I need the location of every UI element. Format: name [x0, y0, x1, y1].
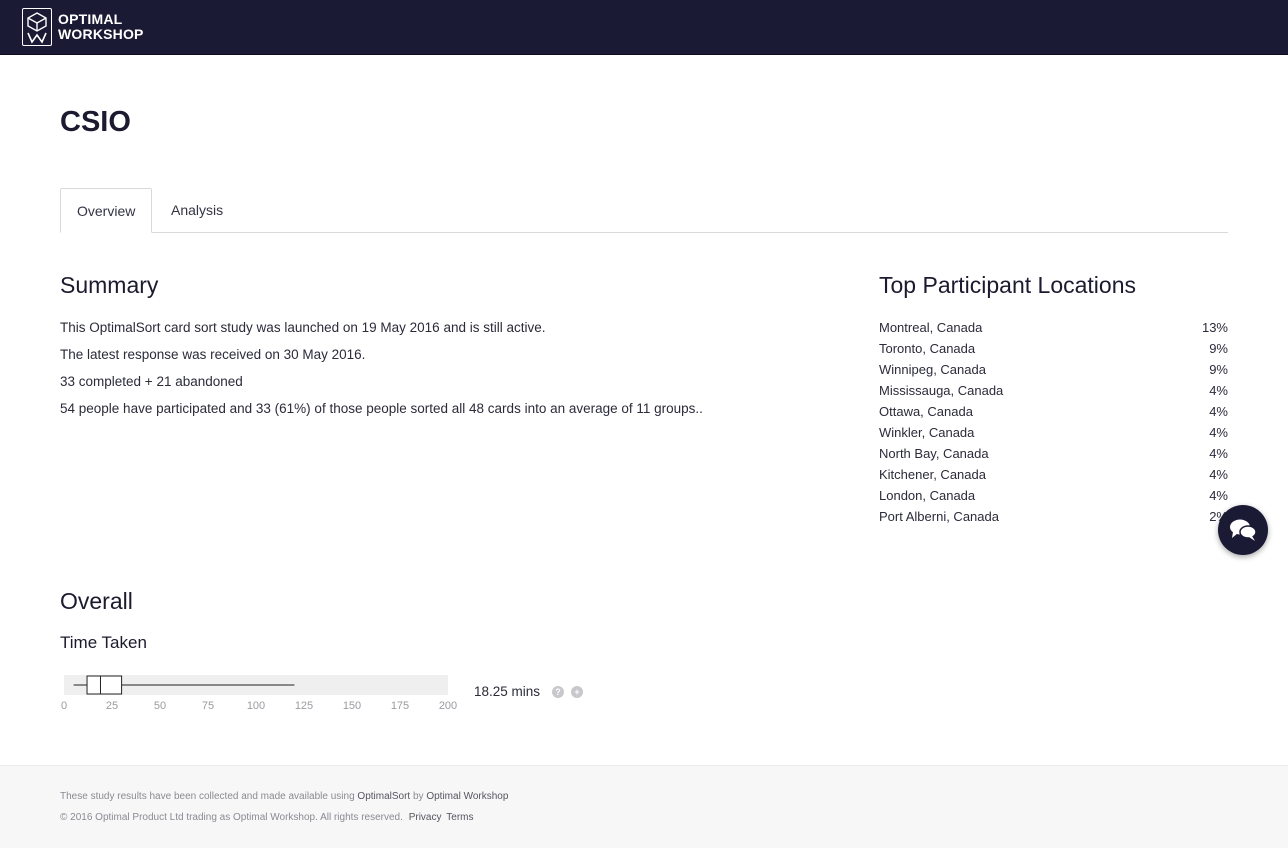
- footer-optimalsort-link[interactable]: OptimalSort: [357, 791, 410, 802]
- footer-attribution-mid: by: [410, 791, 427, 802]
- plus-circle-icon[interactable]: +: [571, 686, 583, 698]
- location-row: North Bay, Canada 4%: [879, 446, 1228, 466]
- location-name: North Bay, Canada: [879, 446, 989, 461]
- boxplot-tick-label: 150: [343, 700, 361, 712]
- location-name: Montreal, Canada: [879, 320, 983, 335]
- boxplot-tick-label: 25: [106, 700, 118, 712]
- location-percentage: 9%: [1209, 362, 1228, 377]
- boxplot-box: [86, 675, 123, 695]
- boxplot-tick-label: 75: [202, 700, 214, 712]
- footer-optimal-workshop-link[interactable]: Optimal Workshop: [426, 791, 508, 802]
- chat-button[interactable]: [1218, 505, 1268, 555]
- location-row: London, Canada 4%: [879, 488, 1228, 508]
- location-percentage: 4%: [1209, 383, 1228, 398]
- overall-heading: Overall: [60, 588, 133, 614]
- boxplot-tick-label: 175: [391, 700, 409, 712]
- location-percentage: 4%: [1209, 446, 1228, 461]
- summary-latest-response-text: The latest response was received on 30 M…: [60, 347, 366, 362]
- time-taken-heading: Time Taken: [60, 633, 147, 652]
- summary-completion-text: 33 completed + 21 abandoned: [60, 374, 243, 389]
- footer-attribution: These study results have been collected …: [60, 791, 508, 802]
- tab-overview[interactable]: Overview: [60, 188, 152, 233]
- question-circle-icon[interactable]: ?: [552, 686, 564, 698]
- boxplot-tick-label: 50: [154, 700, 166, 712]
- time-taken-value: 18.25 mins: [474, 684, 541, 699]
- boxplot-tick-label: 100: [247, 700, 265, 712]
- location-percentage: 4%: [1209, 404, 1228, 419]
- tab-bar: Overview Analysis: [60, 188, 1228, 233]
- location-percentage: 9%: [1209, 341, 1228, 356]
- location-name: Ottawa, Canada: [879, 404, 973, 419]
- boxplot-tick-label: 200: [439, 700, 457, 712]
- location-name: Mississauga, Canada: [879, 383, 1004, 398]
- location-row: Toronto, Canada 9%: [879, 341, 1228, 361]
- location-row: Ottawa, Canada 4%: [879, 404, 1228, 424]
- location-row: Mississauga, Canada 4%: [879, 383, 1228, 403]
- logo-line-1: OPTIMAL: [58, 11, 123, 27]
- footer: These study results have been collected …: [0, 765, 1288, 848]
- logo-line-2: WORKSHOP: [58, 26, 144, 42]
- logo-wordmark[interactable]: OPTIMAL WORKSHOP: [58, 12, 144, 42]
- location-percentage: 4%: [1209, 488, 1228, 503]
- top-navigation-bar: OPTIMAL WORKSHOP: [0, 0, 1288, 55]
- location-name: Toronto, Canada: [879, 341, 976, 356]
- summary-participation-text: 54 people have participated and 33 (61%)…: [60, 401, 703, 416]
- location-percentage: 13%: [1201, 320, 1228, 335]
- boxplot-tick-label: 125: [295, 700, 313, 712]
- location-name: Port Alberni, Canada: [879, 509, 999, 524]
- locations-heading: Top Participant Locations: [879, 272, 1136, 298]
- time-taken-boxplot: 0 25 50 75 100 125 150 175 200: [61, 675, 457, 712]
- location-percentage: 4%: [1209, 467, 1228, 482]
- optimal-workshop-logo-icon[interactable]: [22, 8, 52, 46]
- location-name: Winnipeg, Canada: [879, 362, 986, 377]
- location-row: Winkler, Canada 4%: [879, 425, 1228, 445]
- boxplot-tick-label: 0: [61, 700, 67, 712]
- location-name: Winkler, Canada: [879, 425, 975, 440]
- footer-terms-link[interactable]: Terms: [446, 812, 473, 823]
- summary-heading: Summary: [60, 272, 159, 298]
- footer-privacy-link[interactable]: Privacy: [409, 812, 442, 823]
- tab-analysis[interactable]: Analysis: [155, 188, 239, 233]
- location-name: London, Canada: [879, 488, 976, 503]
- summary-launch-text: This OptimalSort card sort study was lau…: [60, 320, 546, 335]
- location-name: Kitchener, Canada: [879, 467, 986, 482]
- footer-attribution-prefix: These study results have been collected …: [60, 791, 358, 802]
- page-title: CSIO: [60, 106, 131, 138]
- location-row: Kitchener, Canada 4%: [879, 467, 1228, 487]
- location-percentage: 4%: [1209, 425, 1228, 440]
- footer-copyright: © 2016 Optimal Product Ltd trading as Op…: [60, 812, 474, 823]
- chat-bubbles-icon: [1230, 519, 1257, 541]
- footer-copyright-text: © 2016 Optimal Product Ltd trading as Op…: [60, 812, 403, 823]
- location-row: Montreal, Canada 13%: [879, 320, 1228, 340]
- location-row: Port Alberni, Canada 2%: [879, 509, 1228, 529]
- location-row: Winnipeg, Canada 9%: [879, 362, 1228, 382]
